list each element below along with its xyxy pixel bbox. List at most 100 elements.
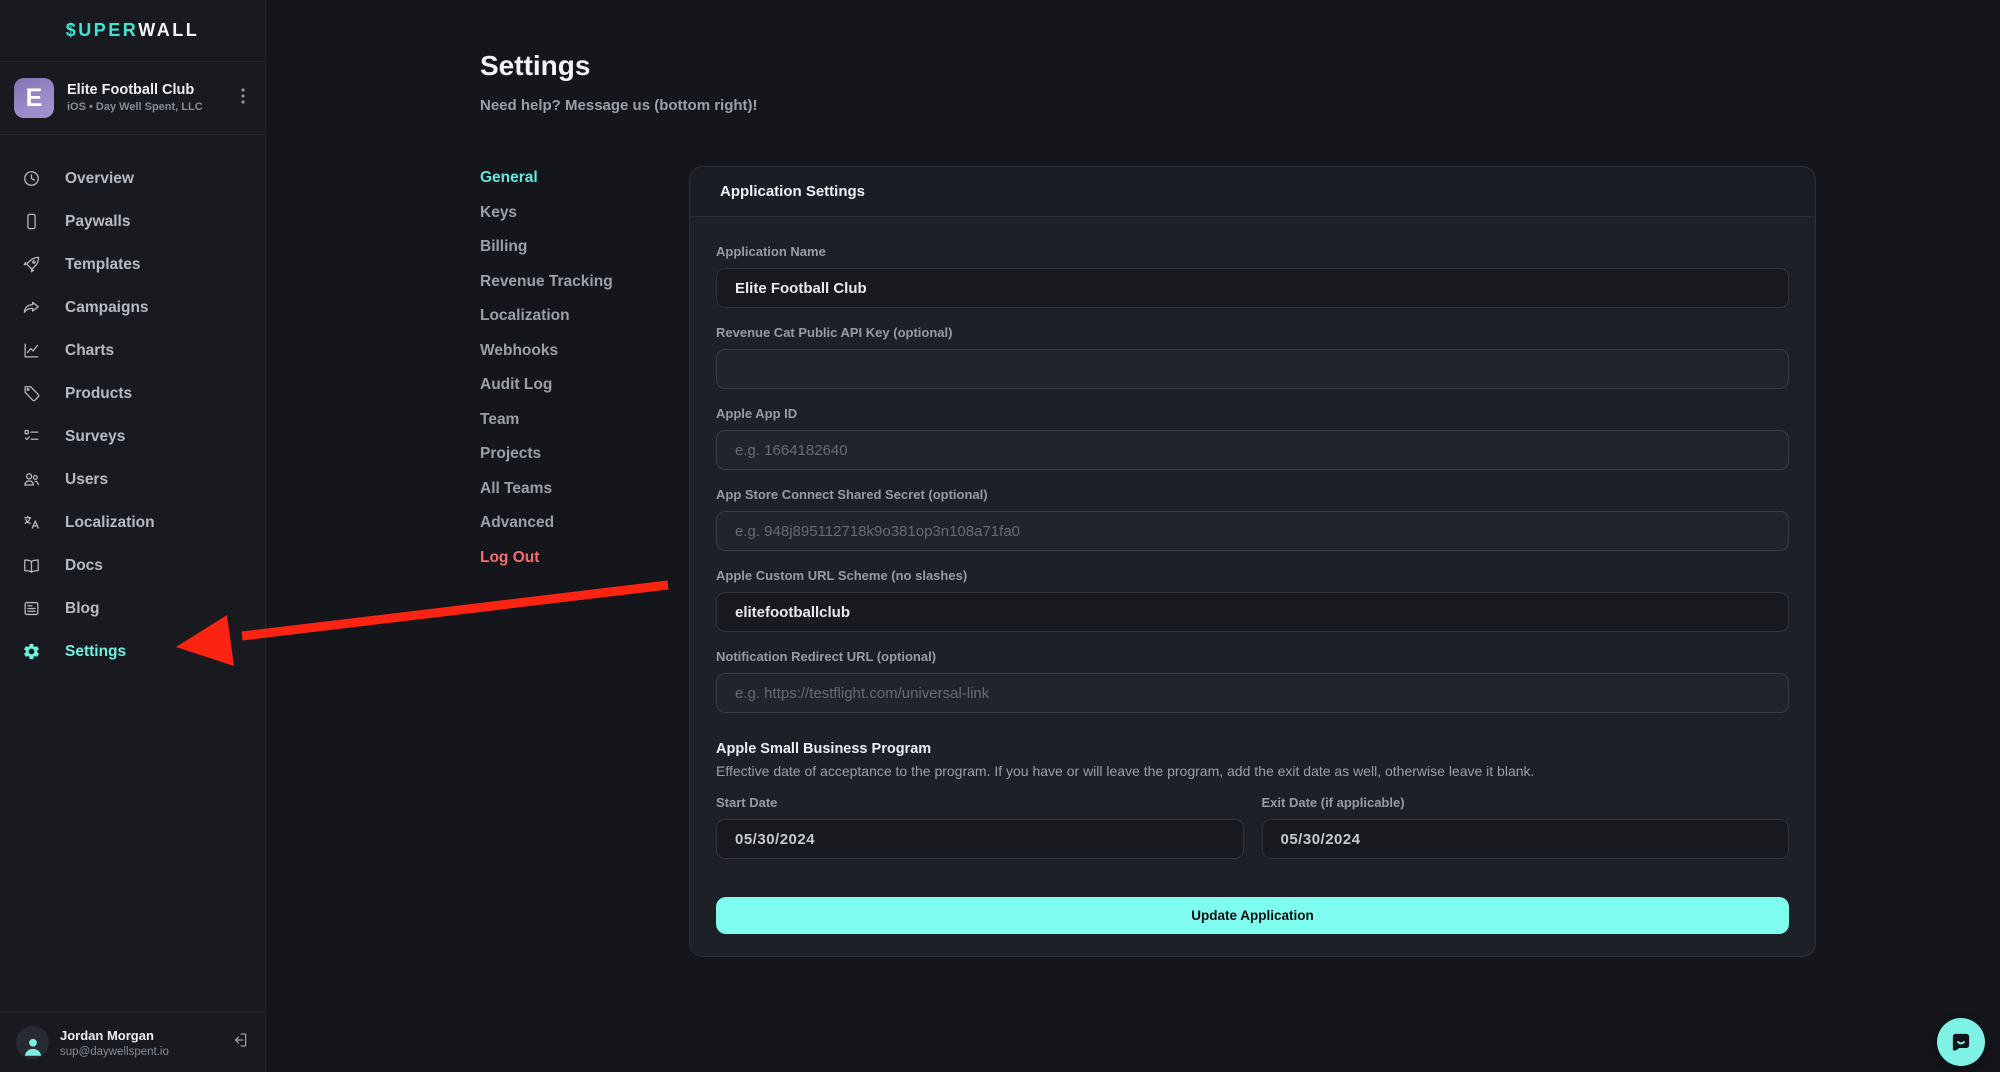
- settings-tab-billing[interactable]: Billing: [480, 236, 527, 258]
- user-row[interactable]: Jordan Morgan sup@daywellspent.io: [0, 1012, 265, 1072]
- sidebar-item-label: Localization: [65, 514, 155, 532]
- field-label: Apple Custom URL Scheme (no slashes): [716, 568, 1789, 583]
- application-name-input[interactable]: [716, 268, 1789, 308]
- small-business-heading: Apple Small Business Program: [716, 741, 1789, 757]
- field-label: Notification Redirect URL (optional): [716, 649, 1789, 664]
- sidebar-item-overview[interactable]: Overview: [0, 157, 265, 200]
- app-name: Elite Football Club: [67, 83, 203, 98]
- field-url-scheme: Apple Custom URL Scheme (no slashes): [716, 568, 1789, 632]
- sidebar: $UPERWALL E Elite Football Club iOS • Da…: [0, 0, 266, 1072]
- surveys-icon: [21, 427, 41, 447]
- settings-tab-revenue-tracking[interactable]: Revenue Tracking: [480, 271, 613, 293]
- field-label: Revenue Cat Public API Key (optional): [716, 325, 1789, 340]
- settings-section-nav: General Keys Billing Revenue Tracking Lo…: [480, 166, 689, 581]
- user-avatar: [16, 1026, 49, 1059]
- app-subtitle: iOS • Day Well Spent, LLC: [67, 102, 203, 113]
- sidebar-item-users[interactable]: Users: [0, 458, 265, 501]
- sidebar-item-label: Docs: [65, 557, 103, 575]
- small-business-description: Effective date of acceptance to the prog…: [716, 763, 1789, 779]
- revenuecat-key-input[interactable]: [716, 349, 1789, 389]
- sidebar-item-label: Users: [65, 471, 108, 489]
- sidebar-item-localization[interactable]: Localization: [0, 501, 265, 544]
- field-revenuecat-key: Revenue Cat Public API Key (optional): [716, 325, 1789, 389]
- settings-tab-all-teams[interactable]: All Teams: [480, 478, 552, 500]
- products-icon: [21, 384, 41, 404]
- settings-gear-icon: [21, 642, 41, 662]
- card-title: Application Settings: [720, 183, 865, 200]
- charts-icon: [21, 341, 41, 361]
- sidebar-item-label: Templates: [65, 256, 141, 274]
- kebab-menu-icon[interactable]: [235, 84, 251, 113]
- card-body: Application Name Revenue Cat Public API …: [690, 217, 1815, 956]
- app-meta: Elite Football Club iOS • Day Well Spent…: [67, 83, 203, 113]
- settings-tab-localization[interactable]: Localization: [480, 305, 570, 327]
- field-application-name: Application Name: [716, 244, 1789, 308]
- update-application-button[interactable]: Update Application: [716, 897, 1789, 934]
- field-label: Start Date: [716, 795, 1244, 810]
- settings-tab-general[interactable]: General: [480, 167, 538, 189]
- logo-accent-text: $UPER: [66, 20, 139, 41]
- sidebar-item-label: Settings: [65, 643, 126, 661]
- sidebar-item-label: Overview: [65, 170, 134, 188]
- field-shared-secret: App Store Connect Shared Secret (optiona…: [716, 487, 1789, 551]
- field-label: Exit Date (if applicable): [1262, 795, 1790, 810]
- field-exit-date: Exit Date (if applicable): [1262, 795, 1790, 859]
- exit-date-input[interactable]: [1262, 819, 1790, 859]
- localization-icon: [21, 513, 41, 533]
- sidebar-item-label: Products: [65, 385, 132, 403]
- field-start-date: Start Date: [716, 795, 1244, 859]
- apple-app-id-input[interactable]: [716, 430, 1789, 470]
- sidebar-item-products[interactable]: Products: [0, 372, 265, 415]
- date-row: Start Date Exit Date (if applicable): [716, 795, 1789, 859]
- card-header: Application Settings: [690, 167, 1815, 217]
- blog-icon: [21, 599, 41, 619]
- campaigns-icon: [21, 298, 41, 318]
- app-switcher[interactable]: E Elite Football Club iOS • Day Well Spe…: [0, 62, 265, 135]
- sidebar-item-label: Charts: [65, 342, 114, 360]
- settings-tab-advanced[interactable]: Advanced: [480, 512, 554, 534]
- field-apple-app-id: Apple App ID: [716, 406, 1789, 470]
- shared-secret-input[interactable]: [716, 511, 1789, 551]
- logout-icon[interactable]: [231, 1031, 249, 1054]
- sidebar-item-label: Campaigns: [65, 299, 149, 317]
- settings-tab-keys[interactable]: Keys: [480, 202, 517, 224]
- main-content: Settings Need help? Message us (bottom r…: [266, 0, 2000, 1072]
- overview-icon: [21, 169, 41, 189]
- templates-icon: [21, 255, 41, 275]
- sidebar-item-settings[interactable]: Settings: [0, 630, 265, 673]
- sidebar-item-surveys[interactable]: Surveys: [0, 415, 265, 458]
- field-label: Application Name: [716, 244, 1789, 259]
- user-name: Jordan Morgan: [60, 1028, 169, 1043]
- page-title: Settings: [480, 46, 1816, 86]
- chat-launcher-button[interactable]: [1937, 1018, 1985, 1066]
- settings-tab-log-out[interactable]: Log Out: [480, 547, 539, 569]
- superwall-logo: $UPERWALL: [0, 0, 265, 62]
- sidebar-item-blog[interactable]: Blog: [0, 587, 265, 630]
- redirect-url-input[interactable]: [716, 673, 1789, 713]
- page-subtitle: Need help? Message us (bottom right)!: [480, 96, 1816, 116]
- start-date-input[interactable]: [716, 819, 1244, 859]
- logo-rest-text: WALL: [138, 20, 199, 41]
- field-redirect-url: Notification Redirect URL (optional): [716, 649, 1789, 713]
- sidebar-item-docs[interactable]: Docs: [0, 544, 265, 587]
- settings-content: General Keys Billing Revenue Tracking Lo…: [480, 166, 1816, 957]
- settings-tab-projects[interactable]: Projects: [480, 443, 541, 465]
- application-settings-card: Application Settings Application Name Re…: [689, 166, 1816, 957]
- settings-tab-team[interactable]: Team: [480, 409, 519, 431]
- settings-tab-audit-log[interactable]: Audit Log: [480, 374, 552, 396]
- sidebar-item-label: Surveys: [65, 428, 125, 446]
- url-scheme-input[interactable]: [716, 592, 1789, 632]
- user-meta: Jordan Morgan sup@daywellspent.io: [60, 1028, 169, 1058]
- field-label: App Store Connect Shared Secret (optiona…: [716, 487, 1789, 502]
- sidebar-item-label: Paywalls: [65, 213, 131, 231]
- users-icon: [21, 470, 41, 490]
- sidebar-item-label: Blog: [65, 600, 99, 618]
- sidebar-item-templates[interactable]: Templates: [0, 243, 265, 286]
- sidebar-item-charts[interactable]: Charts: [0, 329, 265, 372]
- settings-tab-webhooks[interactable]: Webhooks: [480, 340, 558, 362]
- field-label: Apple App ID: [716, 406, 1789, 421]
- sidebar-item-campaigns[interactable]: Campaigns: [0, 286, 265, 329]
- chat-bubble-icon: [1948, 1029, 1974, 1055]
- docs-icon: [21, 556, 41, 576]
- sidebar-item-paywalls[interactable]: Paywalls: [0, 200, 265, 243]
